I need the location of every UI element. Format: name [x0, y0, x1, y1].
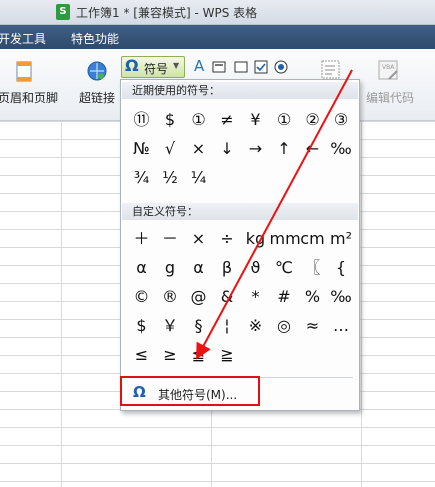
annotation-arrow [196, 69, 353, 360]
